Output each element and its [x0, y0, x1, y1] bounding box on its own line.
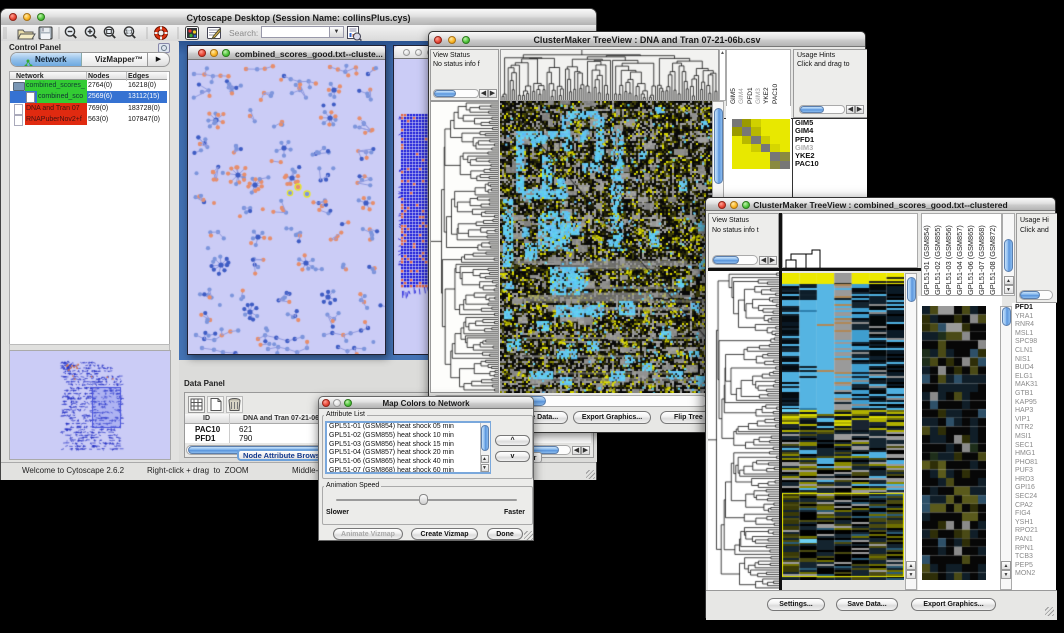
svg-text:1:1: 1:1: [125, 30, 132, 36]
